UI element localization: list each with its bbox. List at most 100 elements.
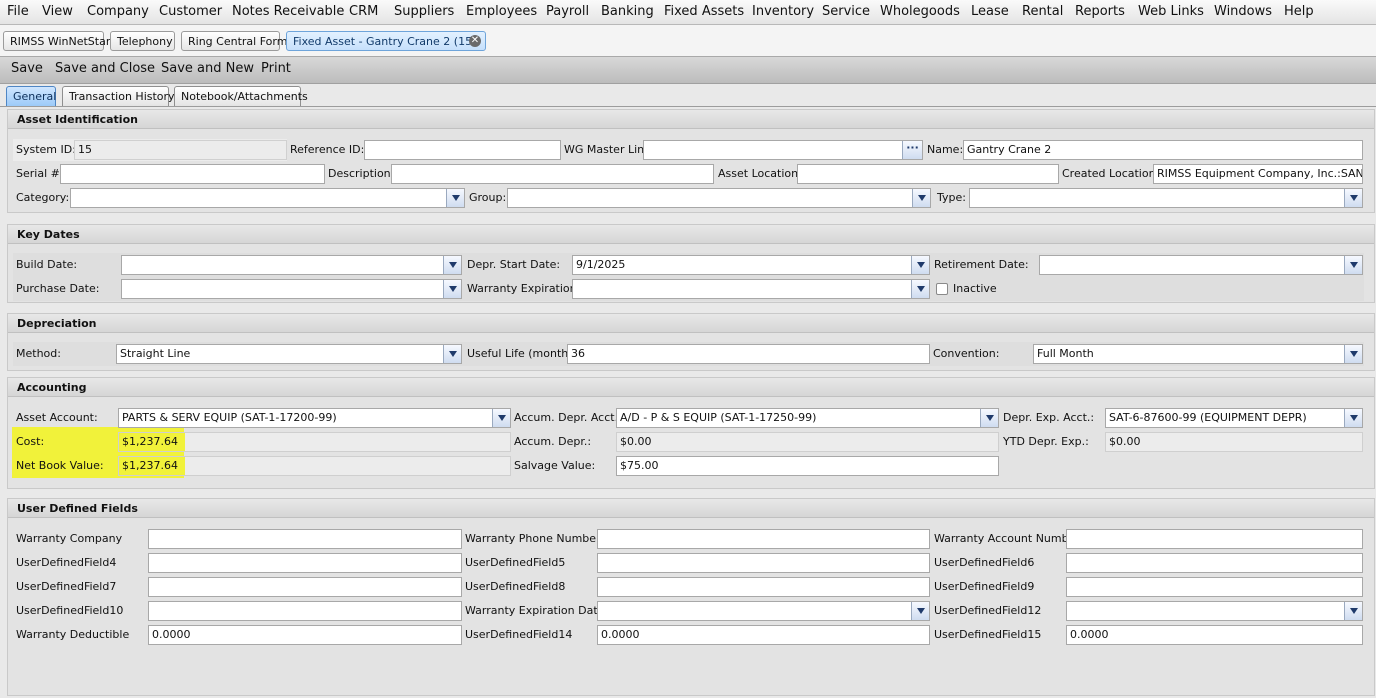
chevron-down-icon[interactable] xyxy=(443,345,461,363)
inactive-checkbox[interactable] xyxy=(936,283,948,295)
menu-lease[interactable]: Lease xyxy=(970,3,1010,20)
udf12-select[interactable] xyxy=(1066,601,1363,621)
udf14-field[interactable]: 0.0000 xyxy=(597,625,930,645)
retirement-date-label: Retirement Date: xyxy=(934,258,1029,271)
useful-life-field[interactable]: 36 xyxy=(567,344,930,364)
reference-id-field[interactable] xyxy=(364,140,561,160)
warranty-expiration-date-picker[interactable] xyxy=(597,601,930,621)
menu-rental[interactable]: Rental xyxy=(1021,3,1064,20)
doc-tab-rimss-winnetstar[interactable]: RIMSS WinNetStar xyxy=(3,31,110,51)
name-field[interactable]: Gantry Crane 2 xyxy=(963,140,1363,160)
warranty-expiration-label: Warranty Expiration: xyxy=(467,282,581,295)
ellipsis-icon[interactable]: ··· xyxy=(902,141,922,159)
warranty-company-field[interactable] xyxy=(148,529,462,549)
print-button[interactable]: Print xyxy=(261,61,291,77)
chevron-down-icon[interactable] xyxy=(1344,256,1362,274)
chevron-down-icon[interactable] xyxy=(1344,189,1362,207)
udf-label: Warranty Deductible xyxy=(16,628,130,641)
udf7-field[interactable] xyxy=(148,577,462,597)
menu-payroll[interactable]: Payroll xyxy=(545,3,590,20)
method-label: Method: xyxy=(16,347,61,360)
menu-customer[interactable]: Customer xyxy=(158,3,223,20)
type-select[interactable] xyxy=(969,188,1363,208)
cost-label: Cost: xyxy=(16,435,45,448)
menu-help[interactable]: Help xyxy=(1283,3,1315,20)
chevron-down-icon[interactable] xyxy=(1344,409,1362,427)
udf15-field[interactable]: 0.0000 xyxy=(1066,625,1363,645)
reference-id-label: Reference ID: xyxy=(290,143,365,156)
convention-select[interactable]: Full Month xyxy=(1033,344,1363,364)
udf5-field[interactable] xyxy=(597,553,930,573)
tab-transaction-history[interactable]: Transaction History xyxy=(62,86,175,107)
system-id-field: 15 xyxy=(74,140,287,160)
chevron-down-icon[interactable] xyxy=(443,280,461,298)
warranty-deductible-field[interactable]: 0.0000 xyxy=(148,625,462,645)
menu-fixed-assets[interactable]: Fixed Assets xyxy=(663,3,745,20)
build-date-picker[interactable] xyxy=(121,255,462,275)
menu-inventory[interactable]: Inventory xyxy=(751,3,815,20)
doc-tab-fixed-asset[interactable]: Fixed Asset - Gantry Crane 2 (15) ✕ xyxy=(286,31,486,51)
menu-banking[interactable]: Banking xyxy=(600,3,655,20)
udf-label: UserDefinedField5 xyxy=(465,556,566,569)
serial-field[interactable] xyxy=(60,164,325,184)
menu-company[interactable]: Company xyxy=(86,3,150,20)
menu-file[interactable]: File xyxy=(6,3,30,20)
warranty-expiration-picker[interactable] xyxy=(572,279,930,299)
description-field[interactable] xyxy=(391,164,714,184)
udf-label: UserDefinedField15 xyxy=(934,628,1042,641)
udf8-field[interactable] xyxy=(597,577,930,597)
warranty-account-field[interactable] xyxy=(1066,529,1363,549)
menu-web-links[interactable]: Web Links xyxy=(1137,3,1205,20)
method-select[interactable]: Straight Line xyxy=(116,344,462,364)
menu-service[interactable]: Service xyxy=(821,3,871,20)
save-and-close-button[interactable]: Save and Close xyxy=(55,61,155,77)
created-location-field[interactable]: RIMSS Equipment Company, Inc.:SAN ANT xyxy=(1153,164,1363,184)
doc-tab-telephony[interactable]: Telephony xyxy=(110,31,175,51)
asset-account-select[interactable]: PARTS & SERV EQUIP (SAT-1-17200-99) xyxy=(118,408,511,428)
retirement-date-picker[interactable] xyxy=(1039,255,1363,275)
chevron-down-icon[interactable] xyxy=(911,280,929,298)
chevron-down-icon[interactable] xyxy=(980,409,998,427)
menu-wholegoods[interactable]: Wholegoods xyxy=(879,3,961,20)
menu-windows[interactable]: Windows xyxy=(1213,3,1273,20)
close-icon[interactable]: ✕ xyxy=(469,35,481,47)
menu-reports[interactable]: Reports xyxy=(1074,3,1126,20)
chevron-down-icon[interactable] xyxy=(912,189,930,207)
tab-general[interactable]: General xyxy=(6,86,56,107)
salvage-value-field[interactable]: $75.00 xyxy=(616,456,999,476)
chevron-down-icon[interactable] xyxy=(1344,602,1362,620)
accum-depr-acct-select[interactable]: A/D - P & S EQUIP (SAT-1-17250-99) xyxy=(616,408,999,428)
udf4-field[interactable] xyxy=(148,553,462,573)
udf6-field[interactable] xyxy=(1066,553,1363,573)
menu-view[interactable]: View xyxy=(41,3,74,20)
menu-crm[interactable]: CRM xyxy=(348,3,379,20)
save-and-new-button[interactable]: Save and New xyxy=(161,61,254,77)
cost-field: $1,237.64 xyxy=(118,432,511,452)
tab-notebook-attachments[interactable]: Notebook/Attachments xyxy=(174,86,308,107)
user-defined-fields-section: User Defined Fields xyxy=(7,498,1375,696)
save-button[interactable]: Save xyxy=(11,61,43,77)
warranty-phone-field[interactable] xyxy=(597,529,930,549)
depr-start-date-picker[interactable]: 9/1/2025 xyxy=(572,255,930,275)
chevron-down-icon[interactable] xyxy=(446,189,464,207)
depr-exp-acct-select[interactable]: SAT-6-87600-99 (EQUIPMENT DEPR) xyxy=(1105,408,1363,428)
doc-tab-ring-central-form[interactable]: Ring Central Form xyxy=(181,31,287,51)
chevron-down-icon[interactable] xyxy=(1344,345,1362,363)
purchase-date-picker[interactable] xyxy=(121,279,462,299)
asset-location-field[interactable] xyxy=(797,164,1059,184)
group-select[interactable] xyxy=(507,188,931,208)
chevron-down-icon[interactable] xyxy=(443,256,461,274)
udf-label: UserDefinedField7 xyxy=(16,580,117,593)
category-select[interactable] xyxy=(70,188,465,208)
chevron-down-icon[interactable] xyxy=(911,256,929,274)
udf9-field[interactable] xyxy=(1066,577,1363,597)
toolbar: Save Save and Close Save and New Print xyxy=(0,56,1376,84)
menu-employees[interactable]: Employees xyxy=(465,3,538,20)
chevron-down-icon[interactable] xyxy=(911,602,929,620)
udf10-field[interactable] xyxy=(148,601,462,621)
menu-suppliers[interactable]: Suppliers xyxy=(393,3,455,20)
accum-depr-label: Accum. Depr.: xyxy=(514,435,592,448)
wg-master-link-field[interactable]: ··· xyxy=(643,140,923,160)
menu-notes-receivable[interactable]: Notes Receivable xyxy=(231,3,345,20)
chevron-down-icon[interactable] xyxy=(492,409,510,427)
